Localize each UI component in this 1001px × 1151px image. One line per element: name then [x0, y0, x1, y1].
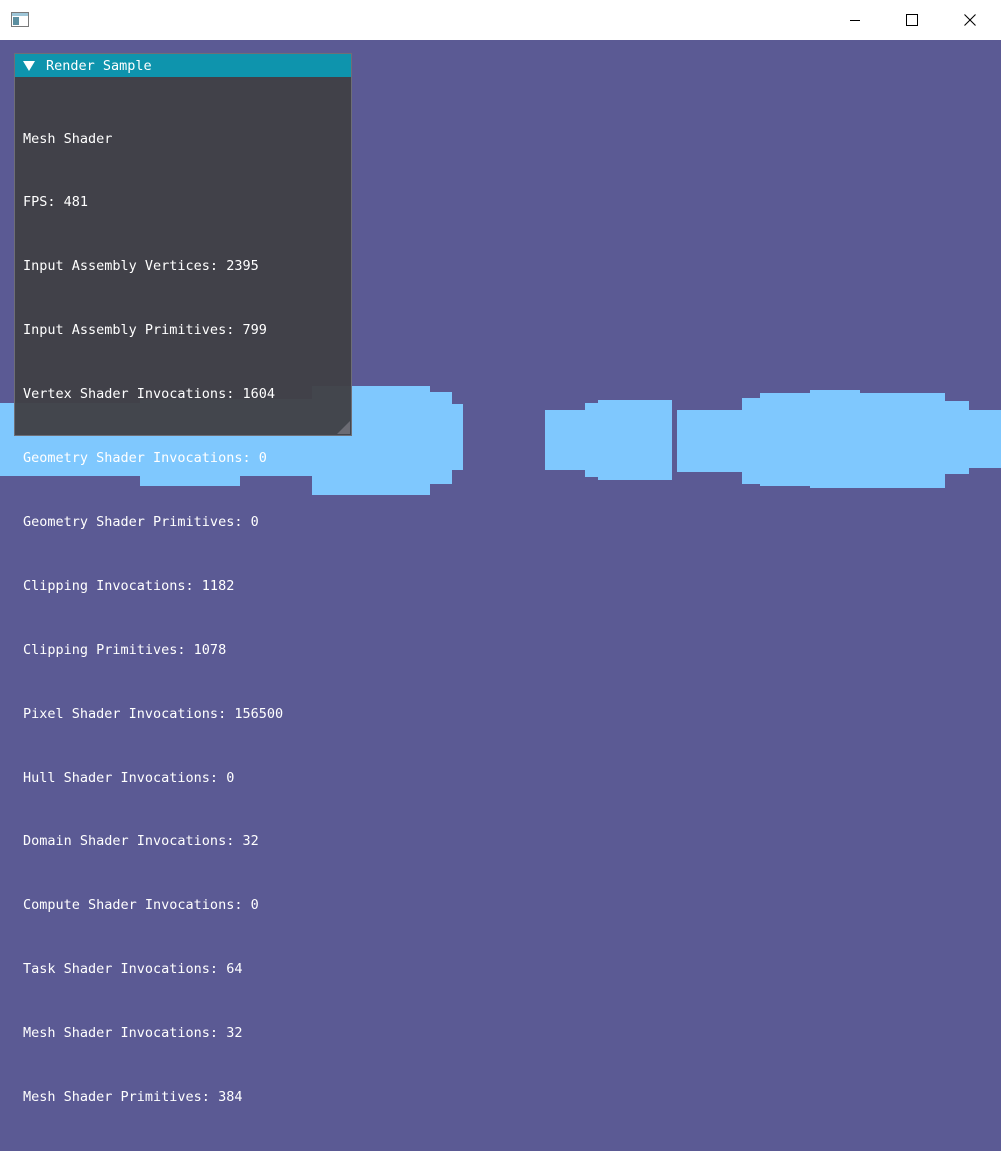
panel-title: Render Sample — [46, 57, 152, 74]
minimize-icon — [849, 11, 861, 30]
stats-line: Mesh Shader — [23, 130, 113, 147]
panel-header[interactable]: Render Sample — [15, 54, 351, 77]
minimize-button[interactable] — [826, 0, 884, 40]
collapse-triangle-icon[interactable] — [23, 60, 35, 71]
mesh-segment-right — [677, 390, 1001, 488]
maximize-button[interactable] — [883, 0, 941, 40]
render-sample-panel[interactable]: Render Sample Mesh Shader FPS: 481 Input… — [14, 53, 352, 1105]
stats-line: Vertex Shader Invocations: 1604 — [23, 386, 275, 403]
mesh-segment-middle — [545, 400, 672, 480]
stats-line: Pixel Shader Invocations: 156500 — [23, 705, 284, 722]
title-bar[interactable] — [0, 0, 1001, 40]
close-icon — [964, 11, 976, 30]
stats-line: Mesh Shader Invocations: 32 — [23, 1025, 243, 1042]
stats-line: Hull Shader Invocations: 0 — [23, 769, 235, 786]
stats-line: Input Assembly Primitives: 799 — [23, 322, 267, 339]
stats-line: Geometry Shader Invocations: 0 — [23, 450, 267, 467]
stats-line: Input Assembly Vertices: 2395 — [23, 258, 259, 275]
resize-grip-icon[interactable] — [337, 421, 350, 434]
stats-line: Clipping Primitives: 1078 — [23, 641, 227, 658]
stats-line: Mesh Shader Primitives: 384 — [23, 1088, 243, 1105]
app-window-icon — [11, 12, 29, 27]
stats-line: Task Shader Invocations: 64 — [23, 961, 243, 978]
close-button[interactable] — [941, 0, 999, 40]
stats-line: FPS: 481 — [23, 194, 89, 211]
stats-line: Geometry Shader Primitives: 0 — [23, 513, 259, 530]
stats-line: Domain Shader Invocations: 32 — [23, 833, 259, 850]
stats-list: Mesh Shader FPS: 481 Input Assembly Vert… — [15, 77, 351, 1151]
maximize-icon — [906, 11, 918, 30]
stats-line: Compute Shader Invocations: 0 — [23, 897, 259, 914]
stats-line: Clipping Invocations: 1182 — [23, 577, 235, 594]
